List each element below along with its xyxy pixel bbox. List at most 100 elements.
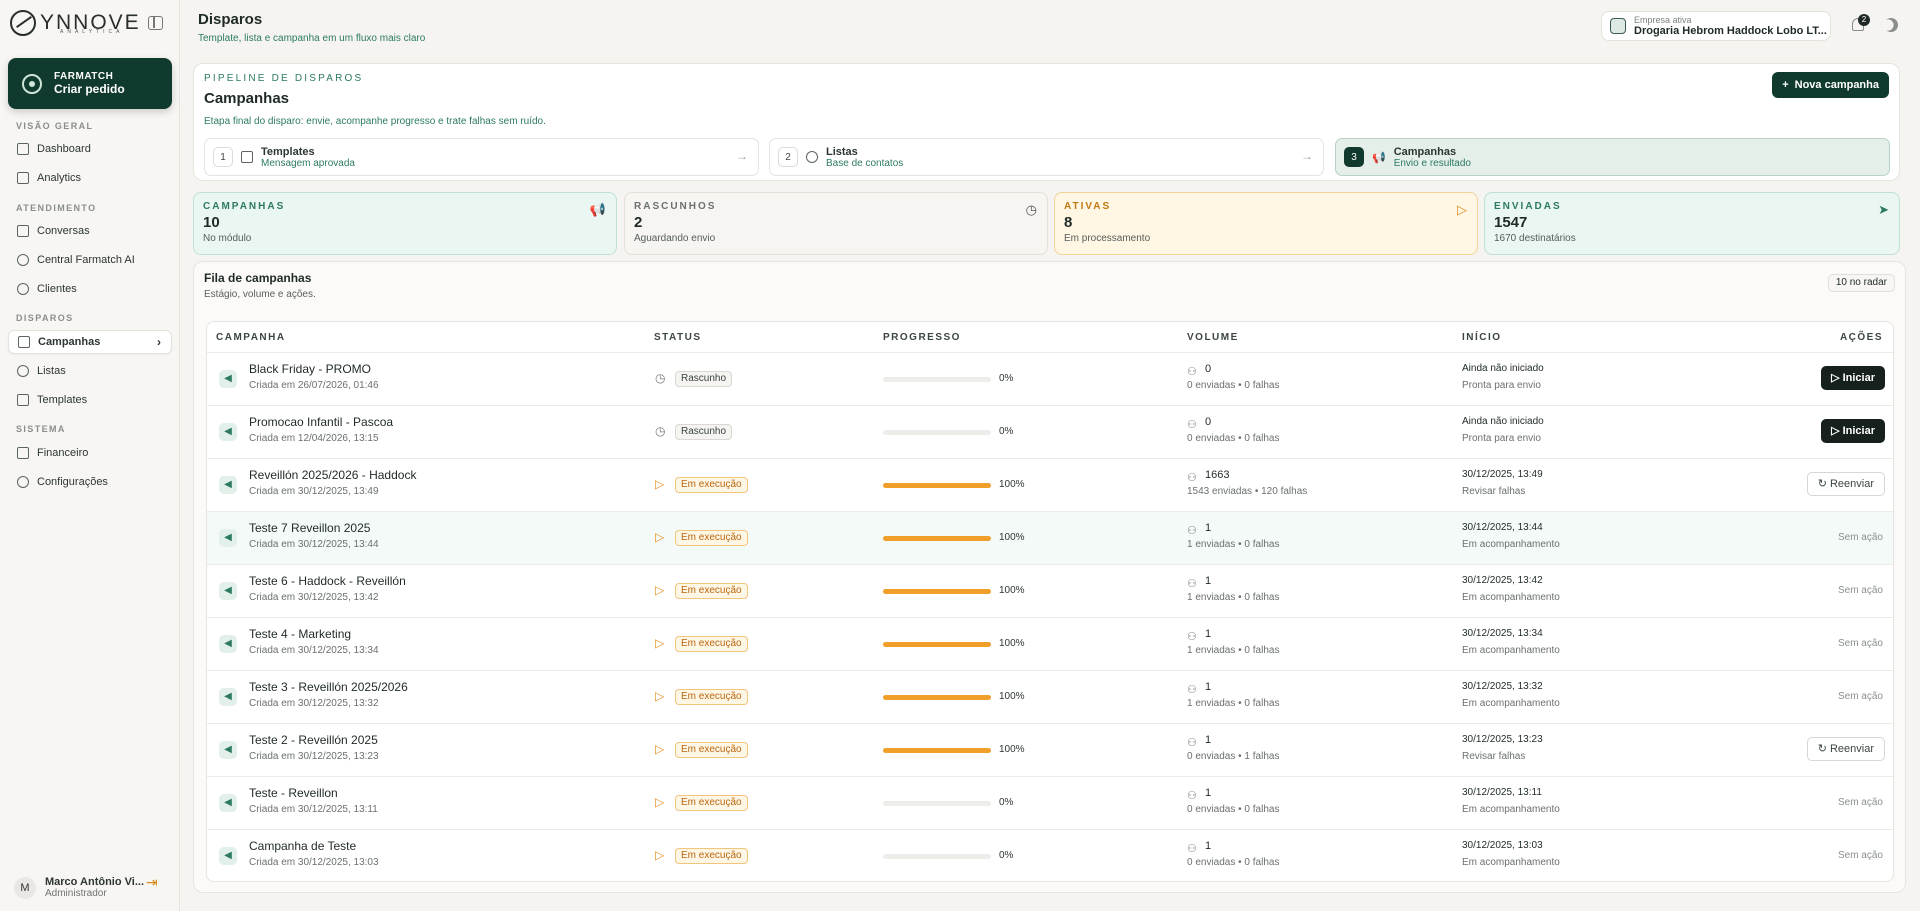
- sidebar-item-listas[interactable]: Listas: [8, 359, 172, 383]
- campaign-name[interactable]: Promocao Infantil - Pascoa: [249, 415, 393, 429]
- progress-bar: [883, 483, 991, 488]
- megaphone-icon: ◀: [219, 794, 237, 812]
- campaign-name[interactable]: Teste 3 - Reveillón 2025/2026: [249, 680, 408, 694]
- sidebar-item-label: Campanhas: [38, 336, 101, 348]
- table-row[interactable]: ◀ Teste 2 - Reveillón 2025 Criada em 30/12…: [207, 723, 1893, 776]
- company-selector[interactable]: Empresa ativa Drogaria Hebrom Haddock Lo…: [1601, 11, 1831, 41]
- sidebar-item-financeiro[interactable]: Financeiro: [8, 441, 172, 465]
- table-row[interactable]: ◀ Teste 4 - Marketing Criada em 30/12/2025…: [207, 617, 1893, 670]
- sidebar-item-conversas[interactable]: Conversas: [8, 219, 172, 243]
- sidebar-item-central-ai[interactable]: Central Farmatch AI: [8, 248, 172, 272]
- progress-percent: 0%: [999, 426, 1014, 437]
- start-date: 30/12/2025, 13:44: [1462, 522, 1543, 533]
- new-campaign-button[interactable]: + Nova campanha: [1772, 72, 1889, 98]
- logout-icon[interactable]: ⇥: [146, 874, 158, 891]
- page-title: Disparos: [198, 11, 263, 28]
- step-campanhas[interactable]: 3 📢 Campanhas Envio e resultado: [1335, 138, 1890, 176]
- progress-bar: [883, 695, 991, 700]
- cta-label: FARMATCH: [54, 71, 114, 82]
- sidebar-collapse-icon[interactable]: [148, 16, 163, 30]
- campaign-created: Criada em 30/12/2025, 13:42: [249, 592, 379, 603]
- sidebar-item-dashboard[interactable]: Dashboard: [8, 137, 172, 161]
- sidebar-item-label: Financeiro: [37, 447, 89, 459]
- campaign-name[interactable]: Black Friday - PROMO: [249, 362, 371, 376]
- stat-value: 2: [634, 214, 643, 231]
- column-header-acoes: AÇÕES: [1839, 332, 1883, 343]
- start-campaign-button[interactable]: ▷ Iniciar: [1821, 366, 1885, 390]
- clock-icon: ◷: [1025, 202, 1037, 217]
- building-icon: [1610, 18, 1626, 34]
- resend-campaign-button[interactable]: ↻ Reenviar: [1806, 737, 1885, 761]
- action-label: Reenviar: [1829, 743, 1874, 755]
- start-sub: Em acompanhamento: [1462, 857, 1560, 868]
- megaphone-icon: ◀: [219, 688, 237, 706]
- megaphone-icon: ◀: [219, 847, 237, 865]
- progress-fill: [883, 589, 991, 594]
- column-header-progresso: PROGRESSO: [883, 332, 961, 343]
- volume-sub: 0 enviadas • 0 falhas: [1187, 380, 1280, 391]
- campaign-name[interactable]: Campanha de Teste: [249, 839, 356, 853]
- pipeline-panel: PIPELINE DE DISPAROS Campanhas Etapa fin…: [193, 63, 1900, 181]
- campaign-name[interactable]: Teste 6 - Haddock - Reveillón: [249, 574, 406, 588]
- start-date: 30/12/2025, 13:42: [1462, 575, 1543, 586]
- status-badge: Em execução: [675, 795, 748, 811]
- sidebar-item-label: Configurações: [37, 476, 108, 488]
- campaign-name[interactable]: Teste 2 - Reveillón 2025: [249, 733, 378, 747]
- clock-icon: ◷: [655, 371, 666, 385]
- volume-sub: 1 enviadas • 0 falhas: [1187, 698, 1280, 709]
- megaphone-icon: 📢: [589, 202, 606, 217]
- stat-sub: Aguardando envio: [634, 233, 716, 244]
- table-row[interactable]: ◀ Teste - Reveillon Criada em 30/12/2025, …: [207, 776, 1893, 829]
- table-row[interactable]: ◀ Teste 6 - Haddock - Reveillón Criada em …: [207, 564, 1893, 617]
- table-row[interactable]: ◀ Black Friday - PROMO Criada em 26/07/202…: [207, 352, 1893, 405]
- volume-count: 1: [1205, 681, 1212, 693]
- create-order-button[interactable]: FARMATCH Criar pedido: [8, 58, 172, 109]
- moon-icon[interactable]: [1884, 18, 1898, 32]
- table-row[interactable]: ◀ Teste 3 - Reveillón 2025/2026 Criada em …: [207, 670, 1893, 723]
- sidebar-item-campanhas[interactable]: Campanhas ›: [8, 330, 172, 354]
- progress-bar: [883, 536, 991, 541]
- progress-percent: 100%: [999, 479, 1025, 490]
- volume-sub: 1 enviadas • 0 falhas: [1187, 539, 1280, 550]
- users-icon: [806, 151, 818, 163]
- start-campaign-button[interactable]: ▷ Iniciar: [1821, 419, 1885, 443]
- sidebar-item-templates[interactable]: Templates: [8, 388, 172, 412]
- no-action-label: Sem ação: [1837, 797, 1883, 808]
- table-row[interactable]: ◀ Promocao Infantil - Pascoa Criada em 12/…: [207, 405, 1893, 458]
- users-icon: ⚇: [1187, 631, 1197, 643]
- sidebar-item-configuracoes[interactable]: Configurações: [8, 470, 172, 494]
- no-action-label: Sem ação: [1837, 691, 1883, 702]
- table-row[interactable]: ◀ Teste 7 Reveillon 2025 Criada em 30/12/2…: [207, 511, 1893, 564]
- file-icon: [17, 394, 29, 406]
- campaign-name[interactable]: Teste - Reveillon: [249, 786, 338, 800]
- progress-fill: [883, 483, 991, 488]
- sidebar-item-analytics[interactable]: Analytics: [8, 166, 172, 190]
- progress-percent: 100%: [999, 532, 1025, 543]
- stat-label: ATIVAS: [1064, 201, 1112, 212]
- campaign-name[interactable]: Reveillón 2025/2026 - Haddock: [249, 468, 416, 482]
- progress-bar: [883, 377, 991, 382]
- start-sub: Pronta para envio: [1462, 433, 1541, 444]
- progress-percent: 100%: [999, 585, 1025, 596]
- status-badge: Em execução: [675, 477, 748, 493]
- campaign-name[interactable]: Teste 4 - Marketing: [249, 627, 351, 641]
- no-action-label: Sem ação: [1837, 638, 1883, 649]
- play-icon: ▷: [655, 477, 665, 491]
- sidebar-item-clientes[interactable]: Clientes: [8, 277, 172, 301]
- stat-label: CAMPANHAS: [203, 201, 286, 212]
- sidebar-item-label: Listas: [37, 365, 66, 377]
- queue-title: Fila de campanhas: [204, 271, 312, 285]
- play-icon: ▷: [655, 530, 665, 544]
- ai-icon: [17, 254, 29, 266]
- resend-campaign-button[interactable]: ↻ Reenviar: [1806, 472, 1885, 496]
- step-listas[interactable]: 2 Listas Base de contatos →: [769, 138, 1324, 176]
- user-profile[interactable]: M Marco Antônio Vi... Administrador: [14, 876, 144, 899]
- volume-sub: 1 enviadas • 0 falhas: [1187, 645, 1280, 656]
- step-templates[interactable]: 1 Templates Mensagem aprovada →: [204, 138, 759, 176]
- table-row[interactable]: ◀ Campanha de Teste Criada em 30/12/2025, …: [207, 829, 1893, 882]
- campaign-name[interactable]: Teste 7 Reveillon 2025: [249, 521, 370, 535]
- users-icon: ⚇: [1187, 472, 1197, 484]
- megaphone-icon: ◀: [219, 529, 237, 547]
- table-row[interactable]: ◀ Reveillón 2025/2026 - Haddock Criada em …: [207, 458, 1893, 511]
- campaign-created: Criada em 30/12/2025, 13:32: [249, 698, 379, 709]
